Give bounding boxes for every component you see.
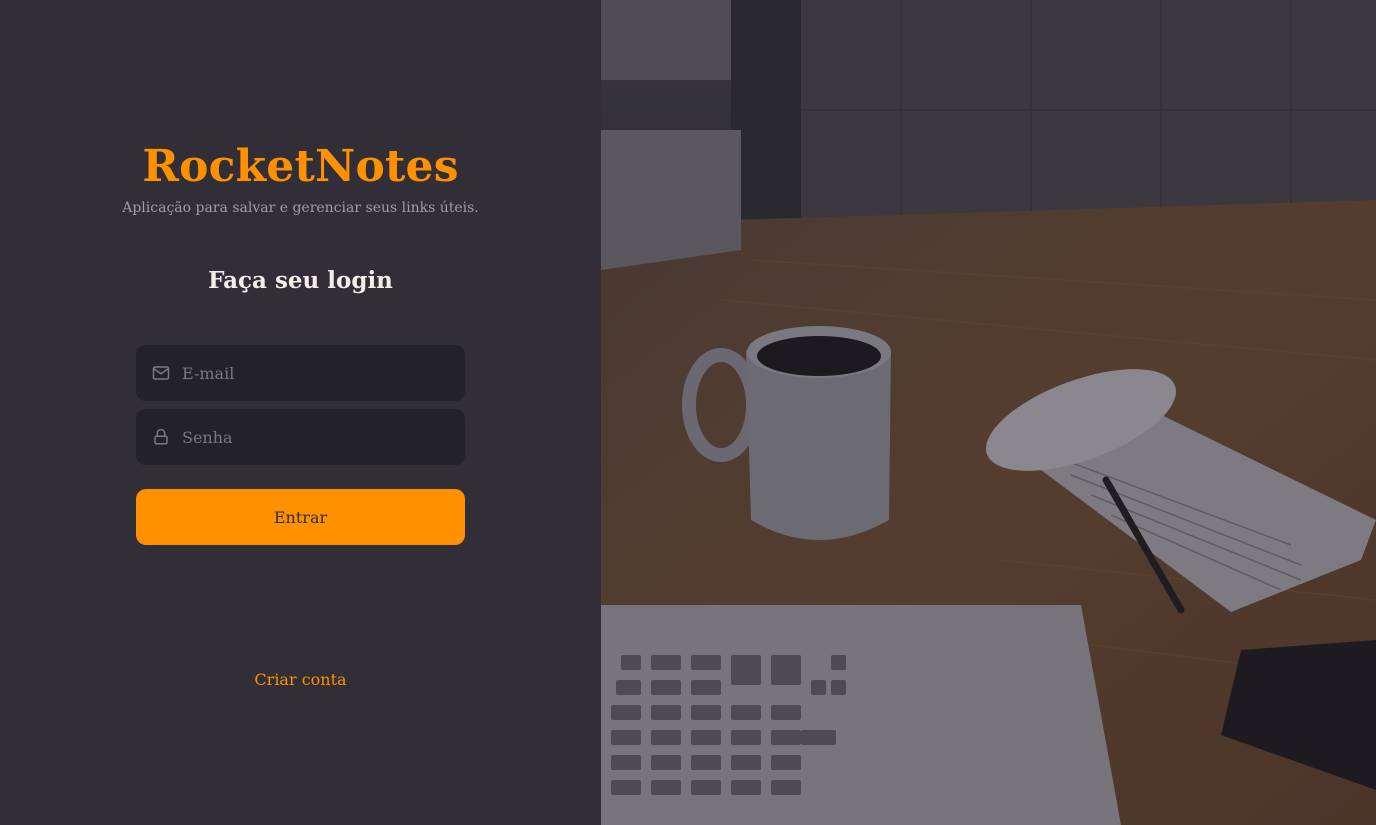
brand-subtitle: Aplicação para salvar e gerenciar seus l… — [122, 200, 479, 216]
login-button[interactable]: Entrar — [136, 489, 465, 545]
password-input[interactable] — [182, 409, 465, 465]
brand-title: RocketNotes — [142, 141, 459, 192]
email-input[interactable] — [182, 345, 465, 401]
background-photo — [601, 0, 1376, 825]
password-field[interactable] — [136, 409, 465, 465]
email-field[interactable] — [136, 345, 465, 401]
login-page: RocketNotes Aplicação para salvar e gere… — [0, 0, 1376, 825]
mail-icon — [152, 364, 170, 382]
login-form-panel: RocketNotes Aplicação para salvar e gere… — [0, 0, 601, 825]
desk-photo-illustration — [601, 0, 1376, 825]
login-heading: Faça seu login — [208, 267, 393, 294]
lock-icon — [152, 428, 170, 446]
create-account-link[interactable]: Criar conta — [0, 669, 601, 691]
